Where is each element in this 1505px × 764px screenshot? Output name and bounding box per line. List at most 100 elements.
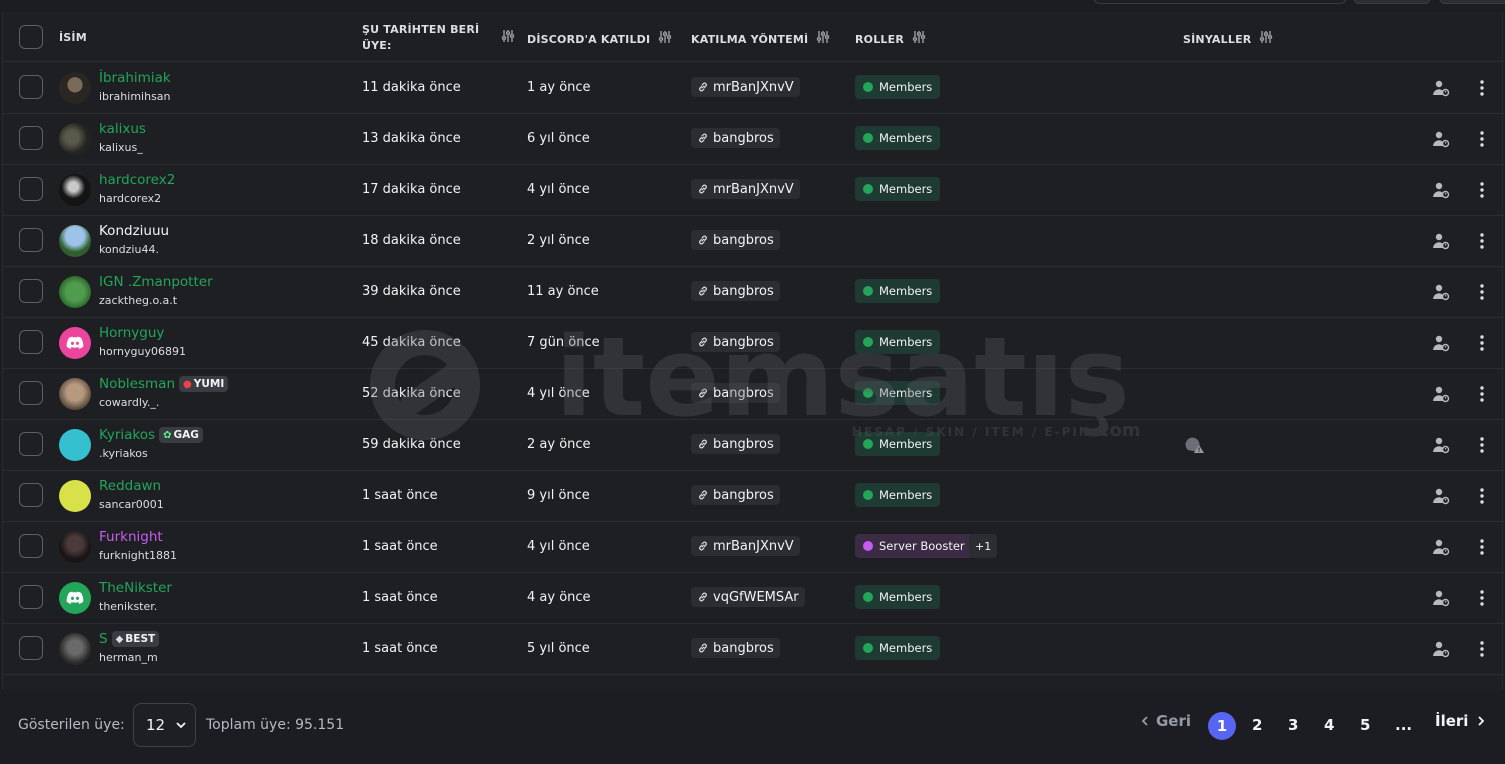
more-roles-badge[interactable]: +1 [969, 534, 998, 558]
member-display-name[interactable]: İbrahimiak [99, 70, 171, 86]
member-display-name[interactable]: Kondziuuu [99, 223, 169, 239]
row-checkbox[interactable] [19, 75, 43, 99]
row-checkbox[interactable] [19, 534, 43, 558]
invite-code[interactable]: bangbros [691, 638, 780, 658]
role-pill[interactable]: Server Booster [855, 534, 973, 558]
page-2-button[interactable]: 2 [1252, 716, 1262, 734]
view-profile-icon[interactable] [1427, 533, 1455, 561]
more-options-icon[interactable] [1468, 635, 1496, 663]
row-checkbox[interactable] [19, 585, 43, 609]
more-options-icon[interactable] [1468, 176, 1496, 204]
role-pill[interactable]: Members [855, 126, 941, 150]
toolbar-button[interactable] [1439, 0, 1505, 4]
signal-warning-icon[interactable] [1185, 435, 1205, 455]
avatar[interactable] [59, 429, 91, 461]
sort-filter-icon[interactable] [1259, 30, 1273, 48]
invite-code[interactable]: bangbros [691, 332, 780, 352]
view-profile-icon[interactable] [1427, 482, 1455, 510]
member-display-name[interactable]: Kyriakos ✿ GAG [99, 427, 203, 443]
search-input[interactable] [1093, 0, 1347, 4]
table-row[interactable]: Furknight furknight1881 1 saat önce 4 yıl ö… [3, 522, 1504, 573]
table-row[interactable]: Hornyguy hornyguy06891 45 dakika önce 7 gün… [3, 318, 1504, 369]
sort-filter-icon[interactable] [493, 29, 515, 47]
avatar[interactable] [59, 633, 91, 665]
avatar[interactable] [59, 480, 91, 512]
view-profile-icon[interactable] [1427, 74, 1455, 102]
page-1-button[interactable]: 1 [1208, 712, 1236, 740]
page-size-select[interactable]: 12 [133, 703, 196, 747]
avatar[interactable] [59, 225, 91, 257]
invite-code[interactable]: mrBanJXnvV [691, 536, 800, 556]
more-options-icon[interactable] [1468, 329, 1496, 357]
header-join-method[interactable]: KATILMA YÖNTEMİ [691, 30, 830, 48]
header-signals[interactable]: SİNYALLER [1183, 30, 1273, 48]
member-display-name[interactable]: S ◆ BEST [99, 631, 160, 647]
table-row[interactable]: S ◆ BEST herman_m 1 saat önce 5 yıl önce bangb… [3, 624, 1504, 675]
row-checkbox[interactable] [19, 228, 43, 252]
member-display-name[interactable]: IGN .Zmanpotter [99, 274, 213, 290]
table-row[interactable]: Reddawn sancar0001 1 saat önce 9 yıl önce ba… [3, 471, 1504, 522]
role-pill[interactable]: Members [855, 279, 941, 303]
more-options-icon[interactable] [1468, 278, 1496, 306]
next-page-button[interactable]: İleri [1435, 712, 1486, 730]
role-pill[interactable]: Members [855, 381, 941, 405]
row-checkbox[interactable] [19, 330, 43, 354]
more-options-icon[interactable] [1468, 380, 1496, 408]
invite-code[interactable]: mrBanJXnvV [691, 179, 800, 199]
row-checkbox[interactable] [19, 126, 43, 150]
member-display-name[interactable]: Reddawn [99, 478, 161, 494]
more-options-icon[interactable] [1468, 125, 1496, 153]
avatar[interactable] [59, 72, 91, 104]
view-profile-icon[interactable] [1427, 227, 1455, 255]
table-row[interactable]: TheNikster thenikster. 1 saat önce 4 ay önc… [3, 573, 1504, 624]
row-checkbox[interactable] [19, 177, 43, 201]
table-row[interactable]: Kyriakos ✿ GAG .kyriakos 59 dakika önce 2 ay … [3, 420, 1504, 471]
more-options-icon[interactable] [1468, 74, 1496, 102]
row-checkbox[interactable] [19, 636, 43, 660]
table-row[interactable]: Kondziuuu kondziu44. 18 dakika önce 2 yıl ö… [3, 216, 1504, 267]
sort-filter-icon[interactable] [658, 30, 672, 48]
avatar[interactable] [59, 531, 91, 563]
page-3-button[interactable]: 3 [1288, 716, 1298, 734]
member-display-name[interactable]: Furknight [99, 529, 163, 545]
role-pill[interactable]: Members [855, 75, 941, 99]
table-row[interactable]: Noblesman ● YUMI cowardly._. 52 dakika önce 4… [3, 369, 1504, 420]
more-options-icon[interactable] [1468, 533, 1496, 561]
role-pill[interactable]: Members [855, 330, 941, 354]
view-profile-icon[interactable] [1427, 584, 1455, 612]
table-row[interactable]: hardcorex2 hardcorex2 17 dakika önce 4 yıl … [3, 165, 1504, 216]
sort-filter-icon[interactable] [816, 30, 830, 48]
select-all-checkbox[interactable] [19, 25, 43, 49]
role-pill[interactable]: Members [855, 177, 941, 201]
invite-code[interactable]: bangbros [691, 128, 780, 148]
avatar[interactable] [59, 582, 91, 614]
invite-code[interactable]: bangbros [691, 230, 780, 250]
invite-code[interactable]: bangbros [691, 485, 780, 505]
role-pill[interactable]: Members [855, 585, 941, 609]
header-joined-discord[interactable]: DİSCORD'A KATILDI [527, 30, 672, 48]
member-display-name[interactable]: Hornyguy [99, 325, 164, 341]
page-5-button[interactable]: 5 [1360, 716, 1370, 734]
more-options-icon[interactable] [1468, 431, 1496, 459]
view-profile-icon[interactable] [1427, 125, 1455, 153]
view-profile-icon[interactable] [1427, 431, 1455, 459]
more-options-icon[interactable] [1468, 227, 1496, 255]
row-checkbox[interactable] [19, 279, 43, 303]
avatar[interactable] [59, 378, 91, 410]
avatar[interactable] [59, 276, 91, 308]
member-display-name[interactable]: kalixus [99, 121, 146, 137]
invite-code[interactable]: vqGfWEMSAr [691, 587, 805, 607]
member-display-name[interactable]: hardcorex2 [99, 172, 175, 188]
view-profile-icon[interactable] [1427, 329, 1455, 357]
role-pill[interactable]: Members [855, 432, 941, 456]
invite-code[interactable]: bangbros [691, 434, 780, 454]
toolbar-button[interactable] [1353, 0, 1431, 4]
role-pill[interactable]: Members [855, 483, 941, 507]
invite-code[interactable]: bangbros [691, 383, 780, 403]
view-profile-icon[interactable] [1427, 176, 1455, 204]
row-checkbox[interactable] [19, 483, 43, 507]
more-options-icon[interactable] [1468, 584, 1496, 612]
view-profile-icon[interactable] [1427, 278, 1455, 306]
header-member-since[interactable]: ŞU TARİHTEN BERİ ÜYE: [362, 22, 479, 54]
avatar[interactable] [59, 327, 91, 359]
